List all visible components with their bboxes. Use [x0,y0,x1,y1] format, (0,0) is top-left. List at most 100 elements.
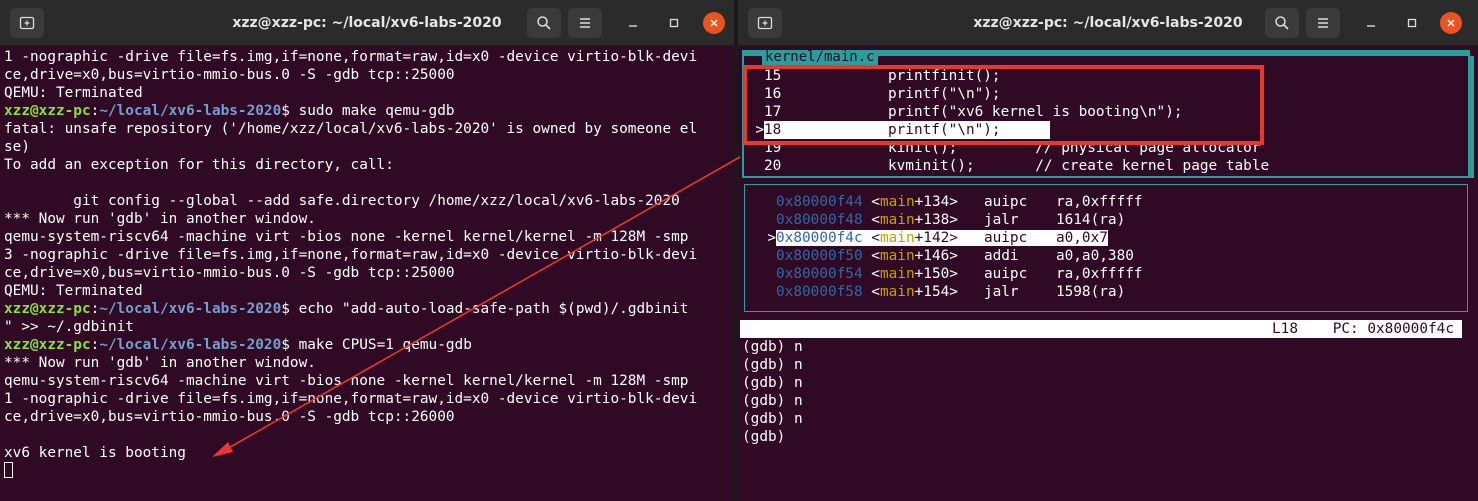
line-content: 17 printf("xv6 kernel is booting\n"); [764,103,1183,121]
output-text: QEMU: Terminated [4,283,143,299]
prompt-separator: : [90,103,100,119]
gdb-line: (gdb) [742,429,786,445]
source-code-line: 19 kinit(); // physical page allocator [746,139,1261,157]
line-content: 16 printf("\n"); [764,85,1001,103]
close-icon [1447,19,1455,27]
source-code: kvminit(); // create kernel page table [784,158,1270,174]
asm-address: 0x80000f50 [776,248,863,264]
assembly-line: 0x80000f58 <main+154> jalr 1598(ra) [746,283,1125,301]
asm-args: 1614(ra) [1055,212,1126,228]
line-marker: > [767,230,776,246]
new-tab-icon [19,16,35,30]
asm-function: main [879,284,915,300]
asm-instruction: addi [983,248,1019,264]
prompt-path: ~/local/xv6-labs-2020 [99,301,282,317]
terminal-line: xzz@xzz-pc:~/local/xv6-labs-2020$ sudo m… [0,102,734,120]
assembly-content: 0x80000f4c <main+142> auipc a0,0x7 [776,230,1108,246]
line-number: 17 [764,104,782,120]
minimize-button[interactable] [1360,12,1382,34]
source-code-line: 17 printf("xv6 kernel is booting\n"); [746,103,1183,121]
menu-button[interactable] [568,8,602,38]
terminal-output-left[interactable]: 1 -nographic -drive file=fs.img,if=none,… [0,48,734,480]
minimize-icon [1367,25,1375,27]
menu-button[interactable] [1306,8,1340,38]
output-text: *** Now run 'gdb' in another window. [4,211,316,227]
hamburger-menu-icon [1318,18,1328,28]
line-content: 15 printfinit(); [764,67,1001,85]
asm-function: main [879,230,915,246]
terminal-line: xv6 kernel is booting [0,444,734,462]
asm-args: ra,0xfffff [1055,266,1143,282]
assembly-line: 0x80000f48 <main+138> jalr 1614(ra) [746,211,1125,229]
assembly-line: 0x80000f44 <main+134> auipc ra,0xfffff [746,193,1143,211]
output-text: qemu-system-riscv64 -machine virt -bios … [4,229,689,245]
close-button[interactable] [703,12,725,34]
asm-offset: +142 [914,230,950,246]
assembly-line: 0x80000f50 <main+146> addi a0,a0,380 [746,247,1134,265]
prompt-command: $ sudo make qemu-gdb [281,103,455,119]
maximize-button[interactable] [1401,12,1423,34]
asm-instruction: auipc [983,230,1028,246]
asm-args: ra,0xfffff [1055,194,1143,210]
terminal-line: xzz@xzz-pc:~/local/xv6-labs-2020$ echo "… [0,300,734,318]
titlebar-left[interactable]: xzz@xzz-pc: ~/local/xv6-labs-2020 [0,0,734,46]
line-number: 18 [764,122,782,138]
source-code: printf("\n"); [784,122,1001,138]
terminal-line: 1 -nographic -drive file=fs.img,if=none,… [0,48,734,66]
line-content: 19 kinit(); // physical page allocator [764,139,1261,157]
new-tab-button[interactable] [10,8,44,38]
terminal-line: se) [0,138,734,156]
assembly-line: 0x80000f54 <main+150> auipc ra,0xfffff [746,265,1143,283]
asm-function: main [879,248,915,264]
search-button[interactable] [527,8,561,38]
source-code-line: 16 printf("\n"); [746,85,1001,103]
line-content: 18 printf("\n"); [764,121,1050,139]
new-tab-button[interactable] [748,8,782,38]
asm-offset: +150 [914,266,950,282]
output-text: ce,drive=x0,bus=virtio-mmio-bus.0 -S -gd… [4,409,455,425]
asm-args: a0,0x7 [1055,230,1108,246]
minimize-button[interactable] [622,12,644,34]
line-marker: > [755,122,764,138]
assembly-content: 0x80000f48 <main+138> jalr 1614(ra) [776,212,1126,228]
output-text: 1 -nographic -drive file=fs.img,if=none,… [4,49,698,65]
titlebar-right[interactable]: xzz@xzz-pc: ~/local/xv6-labs-2020 [738,0,1478,46]
asm-args: 1598(ra) [1055,284,1126,300]
output-text: To add an exception for this directory, … [4,157,394,173]
gdb-command-area[interactable]: (gdb) n (gdb) n (gdb) n (gdb) n (gdb) n (gdb) [738,338,1478,446]
gdb-line: (gdb) n [742,339,803,355]
asm-address: 0x80000f54 [776,266,863,282]
prompt-separator: : [90,337,100,353]
maximize-icon [1407,18,1417,28]
line-content: 20 kvminit(); // create kernel page tabl… [764,157,1269,175]
output-text: 3 -nographic -drive file=fs.img,if=none,… [4,247,698,263]
asm-address: 0x80000f44 [776,194,863,210]
output-text: QEMU: Terminated [4,85,143,101]
close-button[interactable] [1440,12,1462,34]
prompt-path: ~/local/xv6-labs-2020 [99,103,282,119]
output-text: git config --global --add safe.directory… [4,193,680,209]
search-icon [1275,16,1289,30]
source-code-line: 15 printfinit(); [746,67,1001,85]
source-scrollbar[interactable] [1468,56,1474,178]
gdb-line: (gdb) n [742,357,803,373]
search-button[interactable] [1265,8,1299,38]
assembly-line: >0x80000f4c <main+142> auipc a0,0x7 [746,229,1108,247]
output-text: qemu-system-riscv64 -machine virt -bios … [4,373,689,389]
asm-args: a0,a0,380 [1055,248,1134,264]
terminal-window-right[interactable]: xzz@xzz-pc: ~/local/xv6-labs-2020 kernel… [738,0,1478,501]
asm-address: 0x80000f58 [776,284,863,300]
prompt-path: ~/local/xv6-labs-2020 [99,337,282,353]
source-file-label: kernel/main.c [762,50,878,65]
asm-instruction: jalr [983,212,1019,228]
source-code: printf("\n"); [784,86,1001,102]
asm-instruction: jalr [983,284,1019,300]
terminal-line: To add an exception for this directory, … [0,156,734,174]
maximize-button[interactable] [663,12,685,34]
prompt-command: $ make CPUS=1 qemu-gdb [281,337,472,353]
prompt-user: xzz@xzz-pc [4,103,91,119]
terminal-window-left[interactable]: xzz@xzz-pc: ~/local/xv6-labs-2020 1 -nog… [0,0,734,501]
output-text: ce,drive=x0,bus=virtio-mmio-bus.0 -S -gd… [4,265,455,281]
assembly-content: 0x80000f58 <main+154> jalr 1598(ra) [776,284,1126,300]
